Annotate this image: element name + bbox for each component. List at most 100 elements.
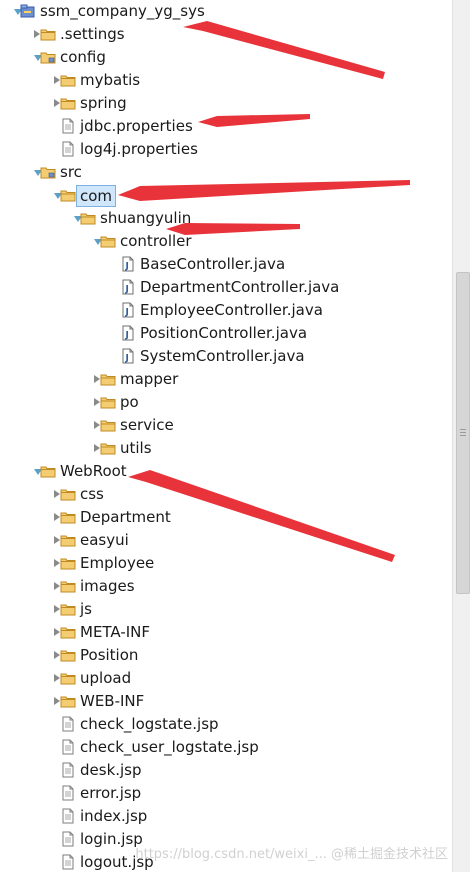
tree-item-label: DepartmentController.java (140, 278, 340, 296)
tree-item[interactable]: check_user_logstate.jsp (0, 736, 452, 759)
tree-item-label: .settings (60, 25, 125, 43)
tree-item-label: easyui (80, 531, 129, 549)
tree-item[interactable]: upload (0, 667, 452, 690)
java-file-icon: J (120, 348, 136, 364)
tree-item-label: mybatis (80, 71, 141, 89)
tree-item[interactable]: log4j.properties (0, 138, 452, 161)
package-folder-icon (100, 371, 116, 387)
folder-icon (60, 532, 76, 548)
source-folder-icon (40, 49, 56, 65)
tree-item[interactable]: controller (0, 230, 452, 253)
tree-item-label: spring (80, 94, 127, 112)
tree-item[interactable]: WEB-INF (0, 690, 452, 713)
package-folder-icon (80, 210, 96, 226)
tree-item-label: config (60, 48, 106, 66)
tree-item-label: EmployeeController.java (140, 301, 323, 319)
tree-item-label: PositionController.java (140, 324, 308, 342)
tree-item-label: jdbc.properties (80, 117, 193, 135)
java-file-icon: J (120, 325, 136, 341)
tree-item-label: css (80, 485, 104, 503)
folder-icon (60, 72, 76, 88)
tree-item[interactable]: J BaseController.java (0, 253, 452, 276)
folder-icon (40, 463, 56, 479)
tree-item[interactable]: src (0, 161, 452, 184)
package-folder-icon (100, 233, 116, 249)
tree-item[interactable]: com (0, 184, 452, 207)
folder-icon (60, 670, 76, 686)
tree-item[interactable]: ssm_company_yg_sys (0, 0, 452, 23)
folder-icon (60, 601, 76, 617)
tree-item-label: check_logstate.jsp (80, 715, 219, 733)
tree-item[interactable]: check_logstate.jsp (0, 713, 452, 736)
tree-item[interactable]: Department (0, 506, 452, 529)
tree-item[interactable]: index.jsp (0, 805, 452, 828)
package-folder-icon (100, 440, 116, 456)
folder-icon (60, 578, 76, 594)
tree-item-label: check_user_logstate.jsp (80, 738, 259, 756)
tree-item[interactable]: jdbc.properties (0, 115, 452, 138)
tree-item[interactable]: shuangyulin (0, 207, 452, 230)
tree-item[interactable]: J DepartmentController.java (0, 276, 452, 299)
tree-item[interactable]: utils (0, 437, 452, 460)
tree-item-label: com (76, 185, 117, 207)
jsp-file-icon (60, 716, 76, 732)
java-file-icon: J (120, 279, 136, 295)
tree-item-label: mapper (120, 370, 179, 388)
tree-item[interactable]: Employee (0, 552, 452, 575)
java-file-icon: J (120, 256, 136, 272)
tree-item[interactable]: META-INF (0, 621, 452, 644)
folder-icon (60, 624, 76, 640)
tree-item[interactable]: desk.jsp (0, 759, 452, 782)
scrollbar-thumb[interactable] (456, 272, 470, 594)
vertical-scrollbar[interactable] (452, 0, 470, 872)
package-folder-icon (60, 187, 76, 203)
jsp-file-icon (60, 854, 76, 870)
tree-item-label: controller (120, 232, 192, 250)
tree-item-label: Position (80, 646, 139, 664)
tree-item-label: WEB-INF (80, 692, 145, 710)
svg-text:J: J (125, 285, 129, 295)
tree-item[interactable]: .settings (0, 23, 452, 46)
folder-icon (60, 509, 76, 525)
project-explorer-tree: ssm_company_yg_sys .settings config mybatis… (0, 0, 452, 872)
tree-item[interactable]: Position (0, 644, 452, 667)
tree-item[interactable]: css (0, 483, 452, 506)
folder-icon (60, 95, 76, 111)
tree-item-label: utils (120, 439, 152, 457)
project-icon (20, 3, 36, 19)
package-folder-icon (100, 417, 116, 433)
tree-item-label: login.jsp (80, 830, 143, 848)
folder-icon (60, 555, 76, 571)
java-file-icon: J (120, 302, 136, 318)
tree-item-label: desk.jsp (80, 761, 142, 779)
tree-item-label: shuangyulin (100, 209, 192, 227)
tree-item[interactable]: J PositionController.java (0, 322, 452, 345)
tree-item-label: js (80, 600, 92, 618)
tree-item[interactable]: images (0, 575, 452, 598)
tree-item-label: Employee (80, 554, 155, 572)
tree-item[interactable]: mybatis (0, 69, 452, 92)
tree-item[interactable]: js (0, 598, 452, 621)
jsp-file-icon (60, 785, 76, 801)
tree-item-label: BaseController.java (140, 255, 286, 273)
tree-item[interactable]: J SystemController.java (0, 345, 452, 368)
tree-item-label: images (80, 577, 135, 595)
tree-item-label: upload (80, 669, 132, 687)
jsp-file-icon (60, 762, 76, 778)
tree-item[interactable]: easyui (0, 529, 452, 552)
tree-item-label: ssm_company_yg_sys (40, 2, 205, 20)
tree-item-label: index.jsp (80, 807, 148, 825)
tree-item[interactable]: J EmployeeController.java (0, 299, 452, 322)
tree-item[interactable]: config (0, 46, 452, 69)
tree-item-label: service (120, 416, 174, 434)
tree-item[interactable]: service (0, 414, 452, 437)
folder-icon (60, 693, 76, 709)
tree-item[interactable]: WebRoot (0, 460, 452, 483)
svg-text:J: J (125, 308, 129, 318)
tree-item[interactable]: spring (0, 92, 452, 115)
tree-item[interactable]: po (0, 391, 452, 414)
tree-item[interactable]: error.jsp (0, 782, 452, 805)
svg-text:J: J (125, 354, 129, 364)
folder-icon (60, 647, 76, 663)
tree-item[interactable]: mapper (0, 368, 452, 391)
